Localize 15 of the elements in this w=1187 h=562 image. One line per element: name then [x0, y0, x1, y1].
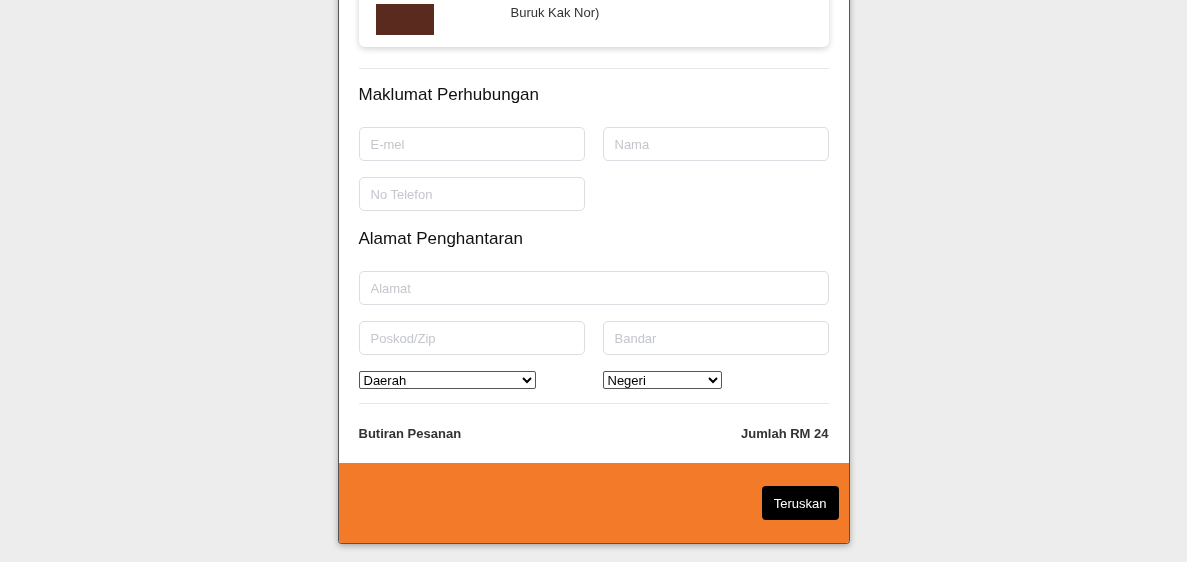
input-field[interactable]: Bandar — [602, 321, 829, 355]
dropdown[interactable]: Daerah — [358, 371, 536, 389]
continue-button[interactable]: Teruskan — [761, 486, 839, 520]
product-name: Buruk Kak Nor) — [510, 5, 600, 20]
input-field[interactable]: No Telefon — [358, 177, 585, 211]
total-amount: Jumlah RM 24 — [741, 426, 829, 441]
input-field[interactable]: E-mel — [358, 127, 585, 161]
input-field[interactable]: Poskod/Zip — [358, 321, 585, 355]
section-heading: Maklumat Perhubungan — [358, 85, 540, 105]
summary-label: Butiran Pesanan — [358, 426, 462, 441]
input-field[interactable]: Nama — [602, 127, 829, 161]
section-heading: Alamat Penghantaran — [358, 229, 524, 249]
input-field[interactable]: Alamat — [358, 271, 829, 305]
photo-placeholder — [375, 4, 434, 35]
dropdown[interactable]: Negeri — [602, 371, 722, 389]
